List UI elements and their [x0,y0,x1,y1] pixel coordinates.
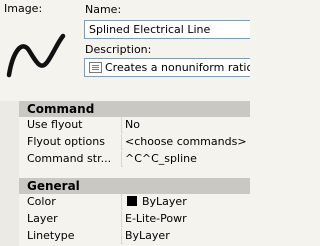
header-panel: Image: Name: Splined Electrical Line Des… [0,0,250,95]
property-value[interactable]: No [123,117,250,133]
description-label: Description: [85,43,152,56]
grid-gutter [0,101,19,246]
property-row-color[interactable]: Color ByLayer [19,194,250,210]
property-row-linetype[interactable]: Linetype ByLayer [19,228,250,244]
name-label: Name: [85,3,122,16]
property-row-layer[interactable]: Layer E-Lite-Powr [19,211,250,227]
color-swatch-icon [127,196,137,206]
property-key: Color [19,194,122,210]
description-icon [89,62,102,73]
property-value[interactable]: ^C^C_spline [123,151,250,167]
property-value[interactable]: ByLayer [123,228,250,244]
property-key: Linetype [19,228,122,244]
properties-grid: Command Use flyout No Flyout options <ch… [0,101,250,246]
property-value[interactable]: <choose commands> [123,134,250,150]
property-key: Layer [19,211,122,227]
property-row-flyout-options[interactable]: Flyout options <choose commands> [19,134,250,150]
property-value[interactable]: ByLayer [123,194,250,210]
property-key: Command str... [19,151,122,167]
name-field[interactable]: Splined Electrical Line [84,20,250,39]
property-key: Use flyout [19,117,122,133]
property-row-use-flyout[interactable]: Use flyout No [19,117,250,133]
property-value[interactable]: E-Lite-Powr [123,211,250,227]
name-field-value: Splined Electrical Line [89,23,211,36]
description-field[interactable]: Creates a nonuniform ratio [84,58,250,77]
spline-preview-icon [6,33,66,78]
property-row-command-string[interactable]: Command str... ^C^C_spline [19,151,250,167]
section-general-header[interactable]: General [19,178,250,194]
color-value-text: ByLayer [142,195,187,208]
description-field-value: Creates a nonuniform ratio [105,61,250,74]
property-key: Flyout options [19,134,122,150]
section-command-header[interactable]: Command [19,101,250,117]
image-label: Image: [4,2,43,15]
